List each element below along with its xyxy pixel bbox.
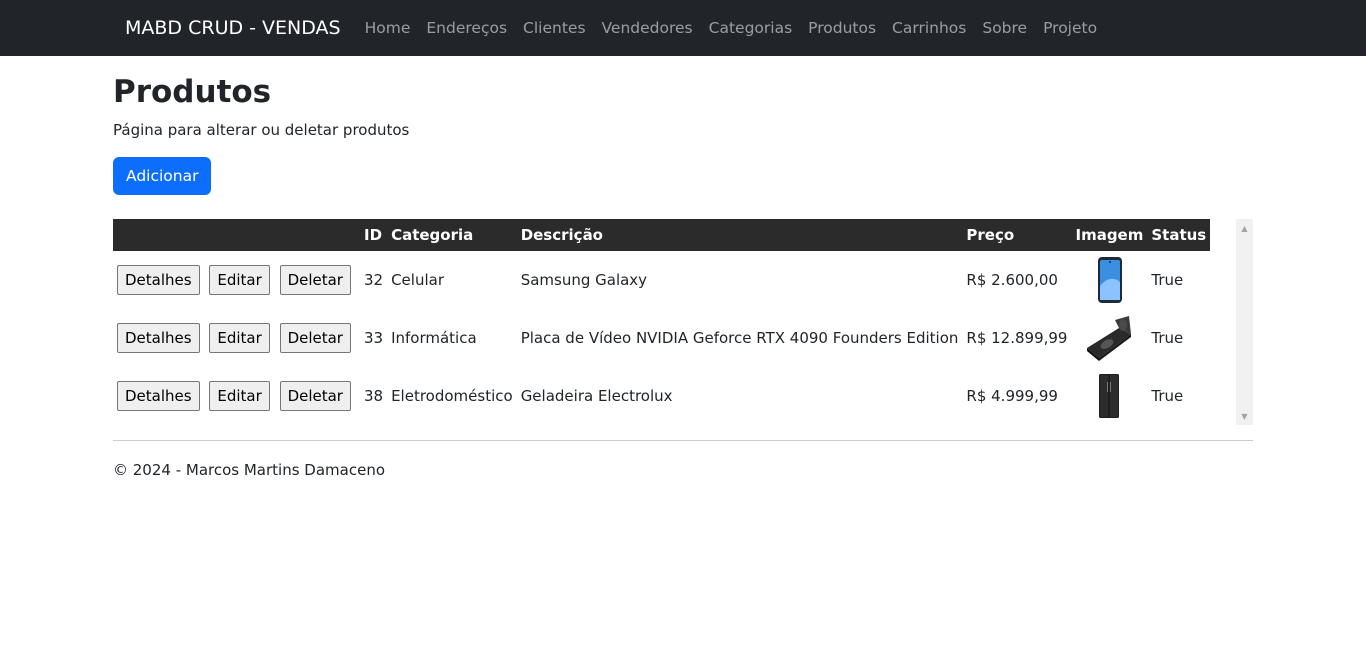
page-title: Produtos bbox=[113, 74, 272, 110]
cell-status: True bbox=[1151, 387, 1184, 405]
footer: © 2024 - Marcos Martins Damaceno bbox=[113, 461, 386, 479]
products-table: ID Categoria Descrição Preço Imagem Stat… bbox=[113, 219, 1211, 425]
header-imagem: Imagem bbox=[1075, 226, 1144, 244]
header-descricao: Descrição bbox=[520, 226, 603, 244]
phone-icon bbox=[1098, 257, 1123, 303]
header-preco: Preço bbox=[966, 226, 1015, 244]
footer-divider bbox=[113, 440, 1253, 441]
cell-status: True bbox=[1151, 329, 1184, 347]
delete-button[interactable]: Deletar bbox=[279, 323, 351, 353]
details-button[interactable]: Detalhes bbox=[117, 323, 200, 353]
nav-link-projeto[interactable]: Projeto bbox=[1035, 11, 1105, 45]
cell-categoria: Informática bbox=[391, 329, 477, 347]
nav-link-sobre[interactable]: Sobre bbox=[974, 11, 1035, 45]
header-categoria: Categoria bbox=[391, 226, 474, 244]
main-content: Produtos Página para alterar ou deletar … bbox=[113, 56, 1253, 479]
delete-button[interactable]: Deletar bbox=[279, 381, 351, 411]
cell-status: True bbox=[1151, 271, 1184, 289]
nav-link-carrinhos[interactable]: Carrinhos bbox=[884, 11, 974, 45]
row-actions: Detalhes Editar Deletar bbox=[113, 309, 360, 367]
nav-link-vendedores[interactable]: Vendedores bbox=[594, 11, 701, 45]
cell-id: 33 bbox=[363, 329, 384, 347]
scroll-up-icon[interactable]: ▲ bbox=[1236, 221, 1253, 235]
table-row: Detalhes Editar Deletar 33 Informática P… bbox=[113, 309, 1210, 367]
table-row: Detalhes Editar Deletar 38 Eletrodomésti… bbox=[113, 367, 1210, 425]
edit-button[interactable]: Editar bbox=[209, 323, 270, 353]
fridge-icon bbox=[1099, 374, 1120, 418]
cell-preco: R$ 12.899,99 bbox=[966, 329, 1068, 347]
cell-imagem bbox=[1071, 309, 1147, 367]
add-button[interactable]: Adicionar bbox=[113, 157, 212, 195]
details-button[interactable]: Detalhes bbox=[117, 381, 200, 411]
nav-link-enderecos[interactable]: Endereços bbox=[418, 11, 515, 45]
cell-preco: R$ 2.600,00 bbox=[966, 271, 1058, 289]
cell-descricao: Placa de Vídeo NVIDIA Geforce RTX 4090 F… bbox=[520, 329, 959, 347]
header-id: ID bbox=[363, 226, 383, 244]
navbar-inner: MABD CRUD - VENDAS Home Endereços Client… bbox=[113, 11, 1253, 45]
row-actions: Detalhes Editar Deletar bbox=[113, 251, 360, 309]
cell-preco: R$ 4.999,99 bbox=[966, 387, 1058, 405]
edit-button[interactable]: Editar bbox=[209, 381, 270, 411]
cell-id: 32 bbox=[363, 271, 384, 289]
details-button[interactable]: Detalhes bbox=[117, 265, 200, 295]
navbar: MABD CRUD - VENDAS Home Endereços Client… bbox=[0, 0, 1366, 56]
nav-link-clientes[interactable]: Clientes bbox=[515, 11, 593, 45]
nav-links: Home Endereços Clientes Vendedores Categ… bbox=[357, 11, 1105, 45]
cell-categoria: Eletrodoméstico bbox=[391, 387, 513, 405]
delete-button[interactable]: Deletar bbox=[279, 265, 351, 295]
scroll-down-icon[interactable]: ▼ bbox=[1236, 409, 1253, 423]
cell-descricao: Samsung Galaxy bbox=[520, 271, 648, 289]
nav-link-home[interactable]: Home bbox=[357, 11, 419, 45]
table-row: Detalhes Editar Deletar 32 Celular Samsu… bbox=[113, 251, 1210, 309]
row-actions: Detalhes Editar Deletar bbox=[113, 367, 360, 425]
vertical-scrollbar[interactable]: ▲ ▼ bbox=[1236, 219, 1253, 425]
header-actions bbox=[113, 219, 360, 251]
cell-categoria: Celular bbox=[391, 271, 444, 289]
cell-imagem bbox=[1071, 251, 1147, 309]
cell-id: 38 bbox=[363, 387, 384, 405]
table-scroll-area[interactable]: ID Categoria Descrição Preço Imagem Stat… bbox=[113, 219, 1253, 425]
header-status: Status bbox=[1151, 226, 1207, 244]
edit-button[interactable]: Editar bbox=[209, 265, 270, 295]
nav-link-categorias[interactable]: Categorias bbox=[701, 11, 801, 45]
page-subtitle: Página para alterar ou deletar produtos bbox=[113, 121, 410, 139]
cell-descricao: Geladeira Electrolux bbox=[520, 387, 673, 405]
nav-link-produtos[interactable]: Produtos bbox=[800, 11, 884, 45]
table-header-row: ID Categoria Descrição Preço Imagem Stat… bbox=[113, 219, 1211, 251]
gpu-icon bbox=[1087, 316, 1132, 361]
cell-imagem bbox=[1071, 367, 1147, 425]
brand-link[interactable]: MABD CRUD - VENDAS bbox=[125, 17, 341, 39]
